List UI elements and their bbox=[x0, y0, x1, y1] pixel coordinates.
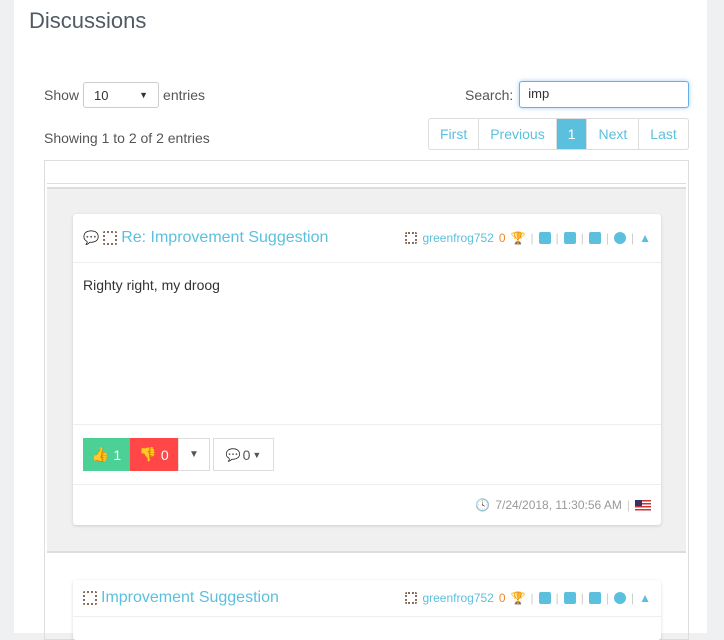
caret-down-icon: ▼ bbox=[252, 449, 262, 460]
upvote-count: 1 bbox=[113, 446, 122, 463]
info-icon[interactable] bbox=[613, 232, 626, 244]
trophy-icon: 🏆 bbox=[510, 591, 526, 605]
reply-icon[interactable] bbox=[538, 592, 551, 604]
author-points: 0 bbox=[498, 231, 506, 245]
thumbs-down-icon: 👎 bbox=[139, 446, 157, 462]
author-avatar-icon bbox=[405, 232, 418, 244]
post-title[interactable]: Re: Improvement Suggestion bbox=[121, 229, 328, 247]
trash-icon[interactable] bbox=[588, 592, 601, 604]
edit-icon[interactable] bbox=[563, 592, 576, 604]
author-link[interactable]: greenfrog752 bbox=[422, 591, 493, 605]
show-label: Show bbox=[44, 87, 80, 103]
upvote-button[interactable]: 👍 1 bbox=[83, 438, 130, 471]
search-input[interactable]: imp bbox=[519, 81, 690, 108]
table-info: Showing 1 to 2 of 2 entries bbox=[44, 130, 210, 146]
trophy-icon: 🏆 bbox=[510, 231, 526, 245]
page-last[interactable]: Last bbox=[638, 119, 687, 149]
info-icon[interactable] bbox=[613, 592, 626, 604]
comment-icon: 💬 bbox=[225, 447, 241, 462]
post-body: Righty right, my droog bbox=[73, 263, 661, 425]
comments-button[interactable]: 💬 0 ▼ bbox=[213, 438, 274, 471]
clock-icon: 🕓 bbox=[475, 498, 491, 512]
author-points: 0 bbox=[498, 591, 506, 605]
page-first[interactable]: First bbox=[429, 119, 478, 149]
post-timestamp: 7/24/2018, 11:30:56 AM bbox=[495, 498, 622, 512]
reply-icon[interactable] bbox=[538, 232, 551, 244]
page-previous[interactable]: Previous bbox=[478, 119, 555, 149]
entries-label: entries bbox=[163, 87, 206, 103]
post-card: Improvement Suggestion greenfrog752 0 🏆 … bbox=[73, 580, 661, 640]
comment-icon: 💬 bbox=[83, 230, 100, 245]
search-control: Search: imp bbox=[465, 81, 690, 108]
post-title[interactable]: Improvement Suggestion bbox=[101, 589, 279, 607]
thumbs-up-icon: 👍 bbox=[91, 446, 110, 462]
warning-icon[interactable]: ▲ bbox=[639, 591, 651, 605]
author-avatar-icon bbox=[405, 592, 418, 604]
page-next[interactable]: Next bbox=[586, 119, 638, 149]
caret-down-icon: ▼ bbox=[139, 90, 149, 100]
page-current[interactable]: 1 bbox=[555, 119, 587, 149]
comment-count: 0 bbox=[242, 446, 251, 463]
avatar-icon bbox=[103, 231, 118, 245]
edit-icon[interactable] bbox=[563, 232, 576, 244]
page-title: Discussions bbox=[29, 8, 147, 33]
divider bbox=[47, 183, 686, 184]
caret-down-icon: ▼ bbox=[189, 449, 199, 460]
author-link[interactable]: greenfrog752 bbox=[422, 231, 493, 245]
search-label: Search: bbox=[465, 86, 514, 103]
pagination: First Previous 1 Next Last bbox=[428, 118, 689, 150]
entries-value: 10 bbox=[94, 87, 109, 103]
warning-icon[interactable]: ▲ bbox=[639, 231, 651, 245]
entries-control: Show 10 ▼ entries bbox=[44, 82, 205, 108]
downvote-button[interactable]: 👎 0 bbox=[130, 438, 178, 471]
trash-icon[interactable] bbox=[588, 232, 601, 244]
entries-select[interactable]: 10 ▼ bbox=[83, 82, 160, 108]
vote-dropdown-button[interactable]: ▼ bbox=[178, 438, 210, 471]
downvote-count: 0 bbox=[160, 446, 169, 463]
post-card: 💬 Re: Improvement Suggestion greenfrog75… bbox=[73, 214, 661, 525]
us-flag-icon bbox=[635, 499, 651, 511]
avatar-icon bbox=[83, 591, 97, 605]
